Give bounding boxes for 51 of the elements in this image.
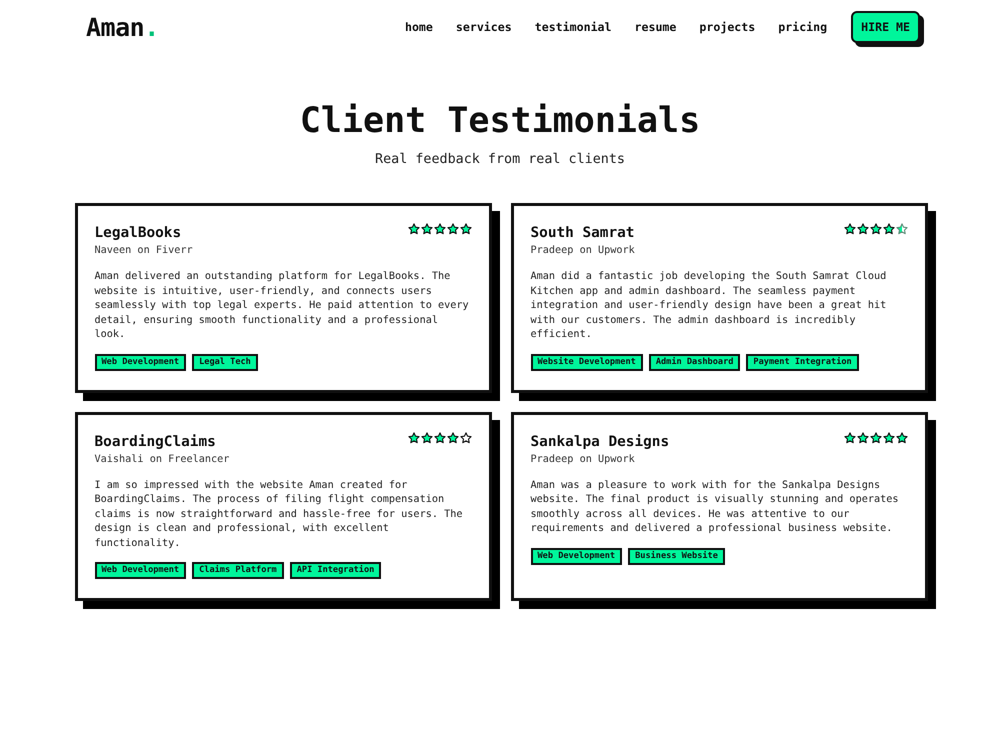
star-icon <box>856 223 868 235</box>
star-icon <box>896 432 908 444</box>
star-icon <box>896 223 908 235</box>
tag-label: Web Development <box>94 562 186 579</box>
star-icon <box>434 432 446 444</box>
star-icon <box>434 223 446 235</box>
tag-label: Admin Dashboard <box>648 354 740 370</box>
tag-label: Legal Tech <box>192 354 258 370</box>
client-name: Vaishali on Freelancer <box>94 452 230 466</box>
nav-link[interactable]: services <box>456 20 512 34</box>
star-icon <box>856 432 868 444</box>
project-name: South Samrat <box>530 224 635 242</box>
star-icon <box>882 223 894 235</box>
star-icon <box>844 432 856 444</box>
nav-link[interactable]: testimonial <box>534 20 612 34</box>
tag-label: Website Development <box>530 354 643 370</box>
tag-label: Claims Platform <box>192 562 284 579</box>
project-name: LegalBooks <box>94 224 182 242</box>
client-name: Pradeep on Upwork <box>530 244 635 258</box>
project-name: BoardingClaims <box>94 432 217 450</box>
logo[interactable]: Aman. <box>86 12 159 42</box>
star-icon <box>460 432 472 444</box>
star-icon <box>420 223 432 235</box>
star-icon <box>882 432 894 444</box>
star-icon <box>420 432 432 444</box>
testimonial-text: I am so impressed with the website Aman created for BoardingClaims. The process of filing flight compensation claims is now straightforward and hassle-free for users. The design is clean and professional, with excellent functionality. <box>94 478 464 550</box>
section-title: Client Testimonials <box>300 100 700 142</box>
section-subtitle: Real feedback from real clients <box>375 152 625 167</box>
nav-link[interactable]: home <box>404 20 433 34</box>
star-icon <box>844 223 856 235</box>
nav-link[interactable]: pricing <box>778 20 828 34</box>
tag-label: Web Development <box>94 354 186 370</box>
testimonial-text: Aman was a pleasure to work with for the Sankalpa Designs website. The final product is visually stunning and operates smoothly across all devices. He was attentive to our requirements and delivered a professional business website. <box>530 478 900 536</box>
tag-label: Web Development <box>530 548 622 564</box>
nav-link[interactable]: projects <box>699 20 756 34</box>
project-name: Sankalpa Designs <box>530 432 670 450</box>
star-icon <box>870 432 882 444</box>
client-name: Naveen on Fiverr <box>94 244 193 258</box>
star-icon <box>460 223 472 235</box>
star-icon <box>408 432 420 444</box>
client-name: Pradeep on Upwork <box>530 452 636 466</box>
star-icon <box>870 223 882 235</box>
tag-label: Business Website <box>628 548 725 564</box>
star-icon <box>446 223 458 235</box>
tag-label: Payment Integration <box>746 354 859 370</box>
testimonial-text: Aman delivered an outstanding platform for LegalBooks. The website is intuitive, user-friendly, and connects users seamlessly with top legal experts. He paid attention to every detail, ensuring smooth functionality and a professional look. <box>94 270 470 342</box>
nav-link[interactable]: resume <box>634 20 676 34</box>
star-icon <box>446 432 458 444</box>
tag-label: API Integration <box>290 562 382 579</box>
testimonial-text: Aman did a fantastic job developing the South Samrat Cloud Kitchen app and admin dashboard. The seamless payment integration and user-friendly design have been a great hit with our customers. The admin dashboard is incredibly efficient. <box>530 270 888 342</box>
star-icon <box>408 223 420 235</box>
